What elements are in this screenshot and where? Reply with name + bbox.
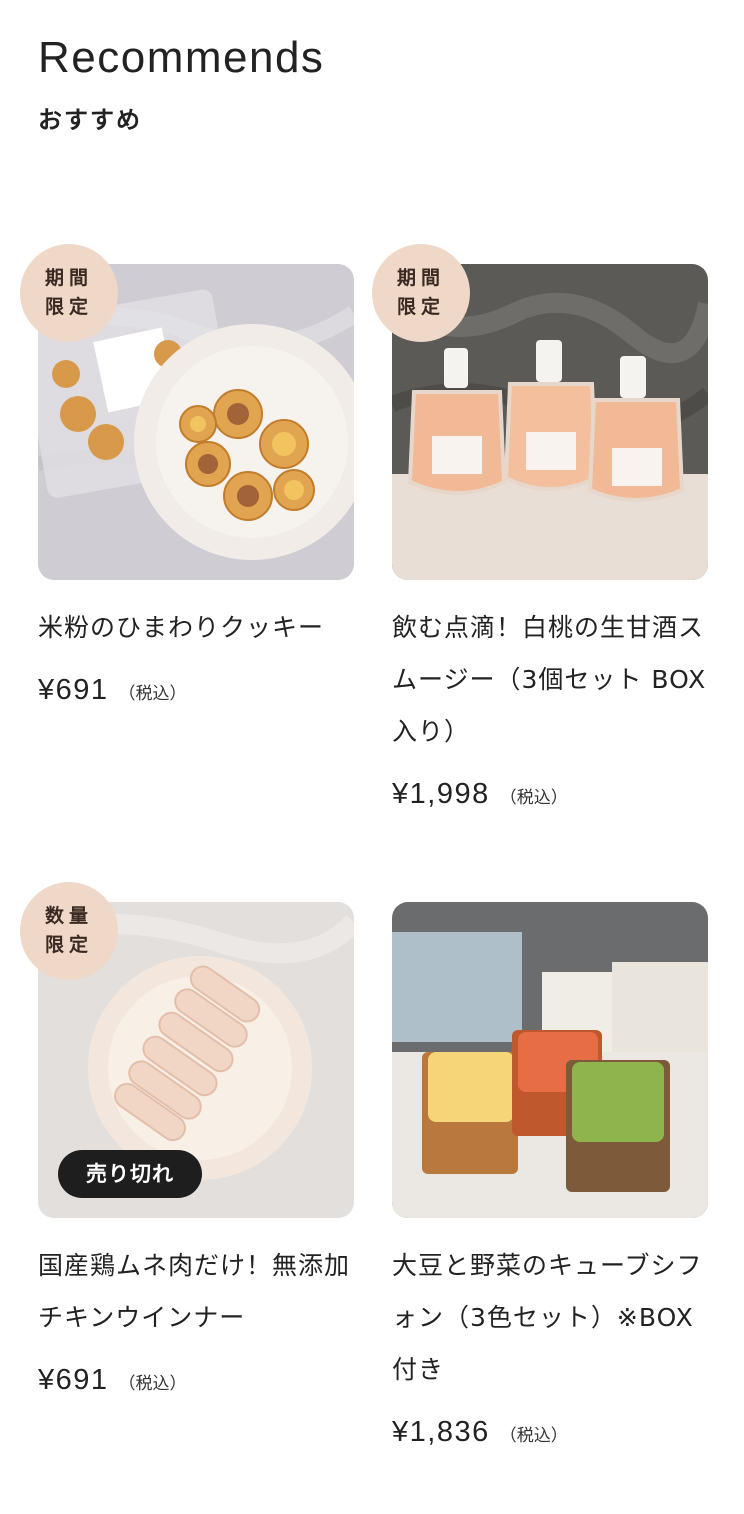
product-name[interactable]: 飲む点滴！白桃の生甘酒スムージー（3個セット BOX入り） bbox=[392, 602, 708, 758]
product-card[interactable]: 期間 限定 飲む点滴！白桃の生甘酒スムージー（3個セット BOX入り） ¥1,99… bbox=[372, 244, 708, 811]
section-title-en: Recommends bbox=[38, 33, 325, 82]
tax-note: （税込） bbox=[118, 684, 187, 704]
tax-note: （税込） bbox=[118, 1374, 187, 1394]
product-price: ¥691 （税込） bbox=[38, 674, 354, 707]
sold-out-label: 売り切れ bbox=[58, 1150, 202, 1198]
tax-note: （税込） bbox=[499, 1426, 568, 1446]
product-price: ¥1,836 （税込） bbox=[392, 1416, 708, 1449]
product-name[interactable]: 米粉のひまわりクッキー bbox=[38, 602, 354, 654]
price-amount: ¥1,998 bbox=[392, 778, 490, 810]
price-amount: ¥691 bbox=[38, 1364, 109, 1396]
product-card[interactable]: 期間 限定 米粉のひまわりクッキー ¥691 （税込） bbox=[20, 244, 354, 707]
limited-time-badge: 期間 限定 bbox=[20, 244, 118, 342]
product-price: ¥691 （税込） bbox=[38, 1364, 354, 1397]
price-amount: ¥1,836 bbox=[392, 1416, 490, 1448]
product-price: ¥1,998 （税込） bbox=[392, 778, 708, 811]
product-card[interactable]: 大豆と野菜のキューブシフォン（3色セット）※BOX付き ¥1,836 （税込） bbox=[392, 902, 708, 1449]
cube-chiffon-cake-image bbox=[392, 902, 708, 1218]
limited-time-badge: 期間 限定 bbox=[372, 244, 470, 342]
product-image[interactable] bbox=[392, 902, 708, 1218]
product-name[interactable]: 大豆と野菜のキューブシフォン（3色セット）※BOX付き bbox=[392, 1240, 708, 1396]
tax-note: （税込） bbox=[499, 788, 568, 808]
limited-quantity-badge: 数量 限定 bbox=[20, 882, 118, 980]
price-amount: ¥691 bbox=[38, 674, 109, 706]
product-name[interactable]: 国産鶏ムネ肉だけ！無添加チキンウインナー bbox=[38, 1240, 354, 1344]
product-card[interactable]: 売り切れ 数量 限定 国産鶏ムネ肉だけ！無添加チキンウインナー ¥691 （税込） bbox=[20, 882, 354, 1397]
section-title-ja: おすすめ bbox=[38, 106, 142, 134]
section-heading: Recommends おすすめ bbox=[38, 30, 324, 135]
